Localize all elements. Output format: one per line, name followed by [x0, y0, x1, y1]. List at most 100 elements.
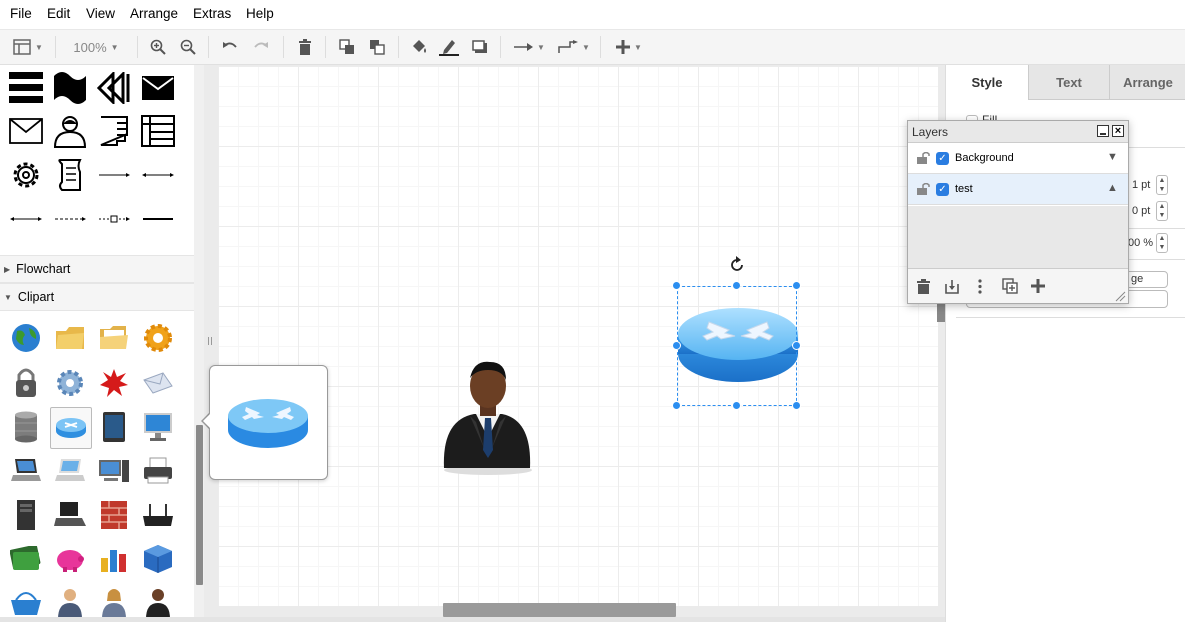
clip-workstation[interactable]: [50, 495, 90, 535]
menu-view[interactable]: View: [86, 6, 115, 21]
sidebar-scrollbar-thumb[interactable]: [196, 425, 203, 585]
menu-edit[interactable]: Edit: [47, 6, 70, 21]
shape-envelope[interactable]: [6, 111, 46, 151]
section-flowchart[interactable]: ▶ Flowchart: [0, 255, 194, 283]
rotate-handle-icon[interactable]: [728, 256, 746, 274]
clip-piggy-bank[interactable]: [50, 539, 90, 579]
menu-arrange[interactable]: Arrange: [130, 6, 178, 21]
diagram-page[interactable]: [218, 66, 938, 606]
shape-tape[interactable]: [50, 69, 90, 107]
clip-database[interactable]: [6, 407, 46, 447]
move-up-icon[interactable]: ▲: [1107, 182, 1118, 194]
shape-directional-connector[interactable]: [94, 155, 134, 195]
resize-handle-sw[interactable]: [672, 401, 681, 410]
clip-desktop[interactable]: [94, 451, 134, 491]
menu-extras[interactable]: Extras: [193, 6, 231, 21]
clip-email[interactable]: [138, 363, 178, 403]
zoom-select[interactable]: 100% ▼: [62, 30, 130, 64]
shape-rewind[interactable]: [94, 69, 134, 107]
insert-button[interactable]: ▼: [610, 30, 648, 64]
shape-scroll[interactable]: [50, 155, 90, 195]
line-color-button[interactable]: [438, 30, 460, 64]
shape-envelope-filled[interactable]: [138, 69, 178, 107]
move-selection-icon[interactable]: [945, 279, 959, 294]
clip-tablet[interactable]: [94, 407, 134, 447]
resize-handle-ne[interactable]: [792, 281, 801, 290]
clip-monitor[interactable]: [138, 407, 178, 447]
layer-row-test[interactable]: ✓ test ▲: [908, 174, 1128, 205]
clip-padlock[interactable]: [6, 363, 46, 403]
spacing-stepper[interactable]: ▲ ▼: [1156, 201, 1168, 221]
move-down-icon[interactable]: ▼: [1107, 151, 1118, 163]
redo-button[interactable]: [250, 30, 272, 64]
clip-open-folder[interactable]: [94, 318, 134, 358]
spacing-value[interactable]: 0 pt: [1132, 205, 1150, 217]
clip-laptop[interactable]: [6, 451, 46, 491]
shape-link-line[interactable]: [94, 199, 134, 239]
layers-titlebar[interactable]: Layers ×: [908, 121, 1128, 143]
shape-internal-storage[interactable]: [138, 111, 178, 151]
clip-router[interactable]: [50, 407, 92, 449]
clip-wireless-router[interactable]: [138, 495, 178, 535]
zoom-in-button[interactable]: [147, 30, 169, 64]
sidebar-resize-handle[interactable]: [208, 337, 212, 345]
more-vertical-icon[interactable]: [978, 279, 982, 294]
unlock-icon[interactable]: [916, 183, 930, 195]
panels-toggle-button[interactable]: ▼: [8, 30, 48, 64]
resize-handle-e[interactable]: [792, 341, 801, 350]
layer-visible-checkbox[interactable]: ✓: [936, 151, 949, 165]
resize-handle-w[interactable]: [672, 341, 681, 350]
resize-handle-se[interactable]: [792, 401, 801, 410]
shape-gear[interactable]: [6, 155, 46, 195]
shape-thick-line[interactable]: [138, 199, 178, 239]
clip-gears[interactable]: [50, 363, 90, 403]
resize-handle-s[interactable]: [732, 401, 741, 410]
clip-folder[interactable]: [50, 318, 90, 358]
clip-globe[interactable]: [6, 318, 46, 358]
clip-laptop-white[interactable]: [50, 451, 90, 491]
shape-line-ends[interactable]: [6, 199, 46, 239]
shadow-button[interactable]: [469, 30, 491, 64]
shape-dashed-line[interactable]: [50, 199, 90, 239]
stroke-width-value[interactable]: 1 pt: [1132, 179, 1150, 191]
connection-style-button[interactable]: ▼: [510, 30, 548, 64]
trash-icon[interactable]: [917, 279, 930, 294]
canvas-area[interactable]: [204, 65, 945, 622]
close-button[interactable]: ×: [1112, 125, 1124, 137]
menu-help[interactable]: Help: [246, 6, 274, 21]
clip-printer[interactable]: [138, 451, 178, 491]
to-front-button[interactable]: [336, 30, 358, 64]
clip-firewall[interactable]: [94, 495, 134, 535]
tab-arrange[interactable]: Arrange: [1109, 65, 1185, 100]
zoom-out-button[interactable]: [177, 30, 199, 64]
delete-button[interactable]: [294, 30, 316, 64]
resize-grip-icon[interactable]: [1115, 291, 1126, 302]
opacity-value[interactable]: 00 %: [1128, 237, 1153, 249]
businessman-shape[interactable]: [440, 358, 536, 476]
layer-row-background[interactable]: ✓ Background ▼: [908, 143, 1128, 174]
tab-style[interactable]: Style: [946, 65, 1028, 100]
section-clipart[interactable]: ▼ Clipart: [0, 283, 194, 311]
menu-file[interactable]: File: [10, 6, 32, 21]
resize-handle-nw[interactable]: [672, 281, 681, 290]
clip-credit-card[interactable]: [6, 539, 46, 579]
opacity-stepper[interactable]: ▲ ▼: [1156, 233, 1168, 253]
clip-gear[interactable]: [138, 318, 178, 358]
unlock-icon[interactable]: [916, 152, 930, 164]
clip-burst[interactable]: [94, 363, 134, 403]
layer-visible-checkbox[interactable]: ✓: [936, 182, 949, 196]
fill-color-button[interactable]: [408, 30, 430, 64]
clip-server-tower[interactable]: [6, 495, 46, 535]
undo-button[interactable]: [219, 30, 241, 64]
minimize-button[interactable]: [1097, 125, 1109, 137]
waypoints-button[interactable]: ▼: [556, 30, 592, 64]
stroke-width-stepper[interactable]: ▲ ▼: [1156, 175, 1168, 195]
clip-cube[interactable]: [138, 539, 178, 579]
shape-hand[interactable]: [94, 111, 134, 151]
shape-bidirectional-connector[interactable]: [138, 155, 178, 195]
resize-handle-n[interactable]: [732, 281, 741, 290]
to-back-button[interactable]: [366, 30, 388, 64]
clip-bar-chart[interactable]: [94, 539, 134, 579]
add-layer-icon[interactable]: [1031, 279, 1045, 293]
shape-user[interactable]: [50, 111, 90, 151]
